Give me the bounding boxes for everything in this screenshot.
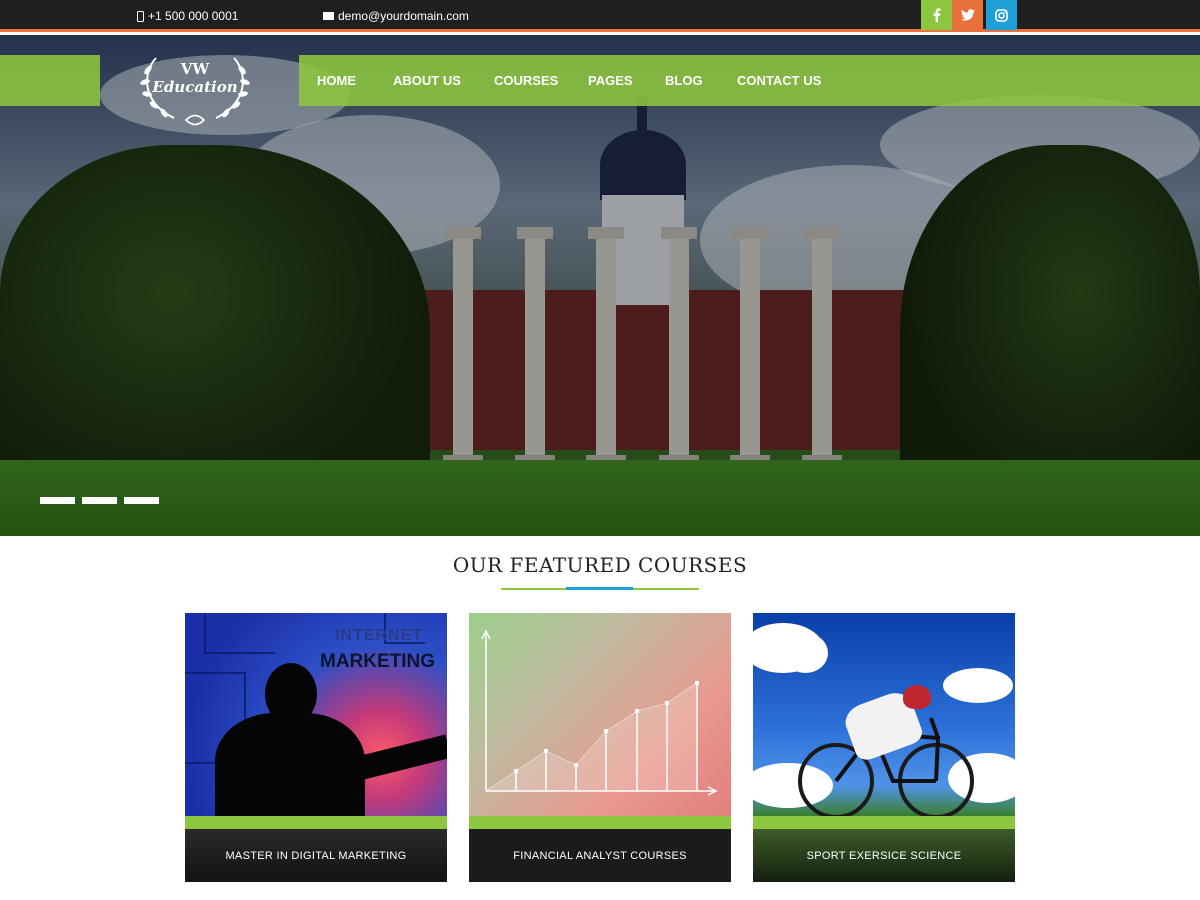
twitter-icon[interactable] — [952, 0, 983, 30]
course-image — [469, 613, 731, 816]
course-title[interactable]: FINANCIAL ANALYST COURSES — [469, 829, 731, 882]
course-card-sport-science[interactable]: SPORT EXERSICE SCIENCE — [753, 613, 1015, 882]
image-text-marketing: MARKETING — [320, 651, 436, 672]
course-image — [753, 613, 1015, 816]
nav-pages[interactable]: PAGES — [588, 73, 633, 88]
course-title[interactable]: MASTER IN DIGITAL MARKETING — [185, 829, 447, 882]
mail-icon — [323, 12, 334, 20]
nav-home[interactable]: HOME — [317, 73, 356, 88]
email-contact[interactable]: demo@yourdomain.com — [323, 9, 469, 23]
silhouette-head — [265, 663, 317, 725]
growth-chart-icon — [481, 629, 718, 796]
instagram-icon[interactable] — [986, 0, 1017, 30]
course-card-financial-analyst[interactable]: FINANCIAL ANALYST COURSES — [469, 613, 731, 882]
nav-blog[interactable]: BLOG — [665, 73, 703, 88]
site-logo[interactable]: VW Education — [134, 48, 256, 130]
title-underline-accent — [566, 587, 633, 590]
phone-contact[interactable]: +1 500 000 0001 — [137, 9, 238, 23]
card-accent-bar — [753, 816, 1015, 829]
nav-courses[interactable]: COURSES — [494, 73, 558, 88]
card-accent-bar — [469, 816, 731, 829]
facebook-icon[interactable] — [921, 0, 952, 30]
logo-line-2: Education — [152, 78, 238, 96]
top-bar: +1 500 000 0001 demo@yourdomain.com — [0, 0, 1200, 32]
card-accent-bar — [185, 816, 447, 829]
slider-dot-1[interactable] — [40, 497, 75, 504]
main-navigation: HOME ABOUT US COURSES PAGES BLOG CONTACT… — [299, 55, 1200, 106]
slider-dot-2[interactable] — [82, 497, 117, 504]
section-title: OUR FEATURED COURSES — [452, 553, 748, 577]
phone-icon — [137, 10, 144, 22]
nav-about-us[interactable]: ABOUT US — [393, 73, 461, 88]
nav-contact-us[interactable]: CONTACT US — [737, 73, 821, 88]
course-title[interactable]: SPORT EXERSICE SCIENCE — [753, 829, 1015, 882]
nav-left-accent — [0, 55, 100, 106]
slider-dot-3[interactable] — [124, 497, 159, 504]
course-image: INTERNET MARKETING — [185, 613, 447, 816]
phone-number: +1 500 000 0001 — [148, 9, 239, 23]
course-card-digital-marketing[interactable]: INTERNET MARKETING MASTER IN DIGITAL MAR… — [185, 613, 447, 882]
image-text-internet: INTERNET — [335, 627, 423, 644]
logo-line-1: VW — [180, 60, 210, 78]
cyclist-helmet — [903, 685, 931, 709]
email-address: demo@yourdomain.com — [338, 9, 469, 23]
